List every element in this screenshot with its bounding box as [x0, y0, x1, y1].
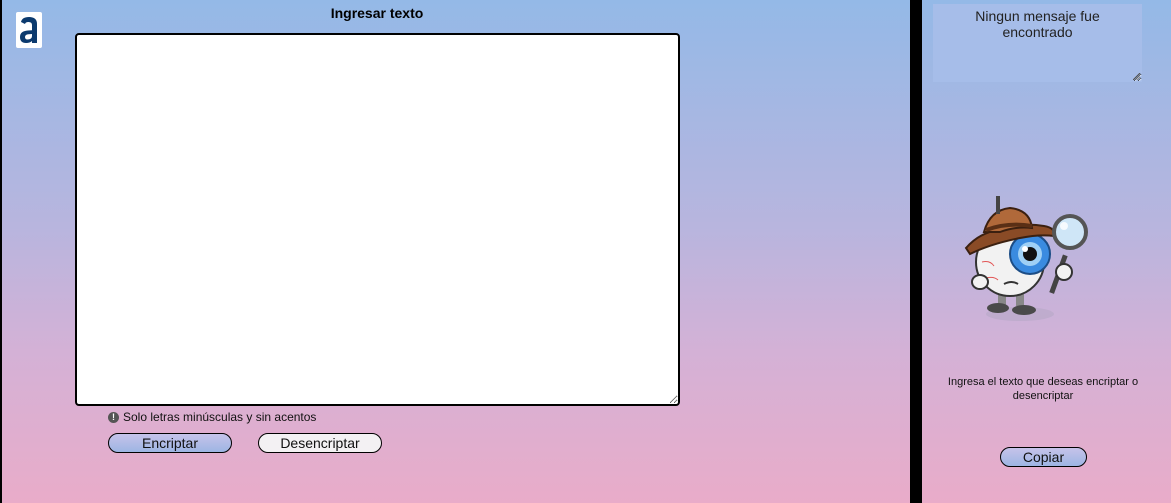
output-box[interactable]: Ningun mensaje fue encontrado — [933, 4, 1142, 82]
resize-grip-icon[interactable] — [1133, 73, 1140, 80]
instruction-text: Ingresa el texto que deseas encriptar o … — [947, 376, 1139, 402]
text-input[interactable] — [75, 33, 680, 406]
copy-button[interactable]: Copiar — [1000, 447, 1087, 467]
alura-logo-icon — [16, 12, 42, 48]
hint-text: Solo letras minúsculas y sin acentos — [123, 410, 317, 424]
output-message: Ningun mensaje fue encontrado — [975, 8, 1100, 40]
input-title: Ingresar texto — [330, 5, 424, 21]
info-icon: ! — [108, 411, 119, 423]
hint: ! Solo letras minúsculas y sin acentos — [108, 410, 316, 424]
encrypt-button[interactable]: Encriptar — [108, 433, 232, 453]
detective-eye-icon — [964, 196, 1088, 321]
decrypt-button[interactable]: Desencriptar — [258, 433, 382, 453]
